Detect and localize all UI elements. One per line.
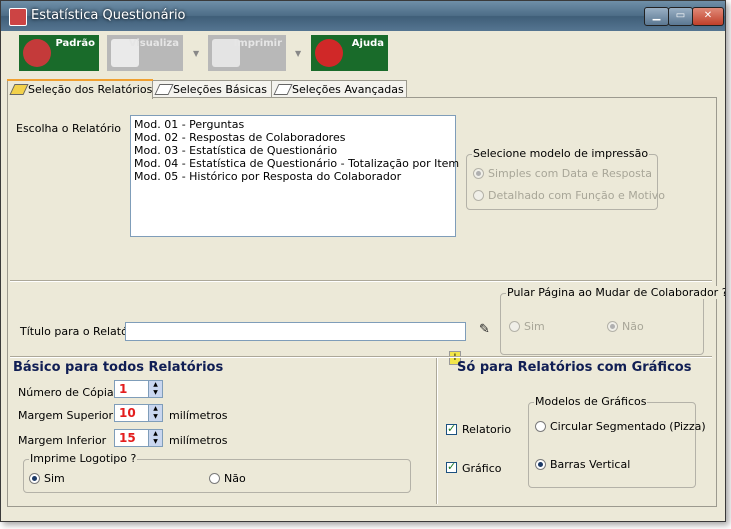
tab-selecoes-basicas[interactable]: Seleções Básicas — [152, 80, 272, 98]
copies-label: Número de Cópias — [18, 386, 120, 399]
list-item[interactable]: Mod. 03 - Estatística de Questionário — [134, 144, 337, 157]
logo-no-radio[interactable] — [209, 473, 220, 484]
page-break-yes-radio[interactable] — [509, 321, 520, 332]
logo-group: Imprime Logotipo ? Sim Não — [23, 452, 411, 493]
tab-label: Seleção dos Relatórios — [28, 83, 153, 96]
report-listbox[interactable]: Mod. 01 - Perguntas Mod. 02 - Respostas … — [130, 115, 459, 237]
top-margin-stepper[interactable]: 10 ▲ ▼ — [114, 404, 163, 422]
spin-arrows-icon[interactable]: ▲ ▼ — [148, 381, 162, 397]
chart-models-title: Modelos de Gráficos — [534, 395, 648, 408]
list-item[interactable]: Mod. 05 - Histórico por Resposta do Cola… — [134, 170, 401, 183]
print-model-detailed-label: Detalhado com Função e Motivo — [488, 189, 666, 202]
imprimir-button[interactable]: Imprimir — [208, 35, 286, 71]
eraser-icon[interactable]: ✎ — [479, 322, 495, 337]
logo-group-title: Imprime Logotipo ? — [29, 452, 138, 465]
tab-label: Seleções Avançadas — [292, 83, 404, 96]
tab-icon — [9, 84, 29, 95]
top-margin-value[interactable]: 10 — [119, 406, 136, 420]
logo-yes-radio[interactable] — [29, 473, 40, 484]
maximize-button[interactable]: ▭ — [668, 7, 693, 26]
page-break-no-radio[interactable] — [607, 321, 618, 332]
pie-chart-radio[interactable] — [535, 421, 546, 432]
title-field-label: Título para o Relatório — [20, 325, 143, 338]
print-model-group: Selecione modelo de impressão Simples co… — [466, 147, 665, 210]
page-break-yes-label: Sim — [524, 320, 545, 333]
copies-value[interactable]: 1 — [119, 382, 127, 396]
close-button[interactable]: ✕ — [692, 7, 724, 26]
tab-label: Seleções Básicas — [173, 83, 267, 96]
relatorio-label: Relatorio — [462, 423, 512, 436]
divider — [10, 280, 712, 282]
print-model-simple-label: Simples com Data e Resposta — [488, 167, 652, 180]
title-bar[interactable]: Estatística Questionário ▁ ▭ ✕ — [1, 1, 725, 31]
page-break-title: Pular Página ao Mudar de Colaborador ? — [506, 286, 725, 299]
toolbar: Padrão Visualiza ▼ Imprimir ▼ Ajuda — [5, 31, 719, 77]
basic-section-title: Básico para todos Relatórios — [13, 360, 224, 375]
relatorio-checkbox[interactable] — [446, 422, 457, 435]
visualiza-button[interactable]: Visualiza — [107, 35, 183, 71]
pie-chart-label: Circular Segmentado (Pizza) — [550, 420, 706, 433]
page-break-no-label: Não — [622, 320, 644, 333]
ajuda-button[interactable]: Ajuda — [311, 35, 388, 71]
spin-arrows-icon[interactable]: ▲ ▼ — [148, 405, 162, 421]
bar-chart-radio[interactable] — [535, 459, 546, 470]
padrao-button[interactable]: Padrão — [19, 35, 99, 71]
vertical-divider — [436, 358, 438, 504]
client-area: Padrão Visualiza ▼ Imprimir ▼ Ajuda Sele… — [5, 31, 725, 517]
bottom-margin-unit: milímetros — [169, 434, 228, 447]
logo-yes-label: Sim — [44, 472, 65, 485]
tab-icon — [273, 84, 293, 95]
minimize-button[interactable]: ▁ — [644, 7, 669, 26]
chart-models-group: Modelos de Gráficos Circular Segmentado … — [528, 395, 706, 488]
bottom-margin-value[interactable]: 15 — [119, 431, 136, 445]
list-item[interactable]: Mod. 02 - Respostas de Colaboradores — [134, 131, 345, 144]
print-model-simple-radio[interactable] — [473, 168, 484, 179]
grafico-label: Gráfico — [462, 462, 502, 475]
visualiza-label: Visualiza — [128, 38, 179, 49]
divider — [10, 356, 712, 358]
spin-arrows-icon[interactable]: ▲ ▼ — [148, 430, 162, 446]
report-label: Escolha o Relatório — [16, 122, 122, 135]
main-window: Estatística Questionário ▁ ▭ ✕ Padrão Vi… — [0, 0, 726, 522]
imprimir-dropdown-icon[interactable]: ▼ — [295, 49, 301, 58]
charts-section-title: Só para Relatórios com Gráficos — [457, 360, 692, 375]
list-item[interactable]: Mod. 04 - Estatística de Questionário - … — [134, 157, 459, 170]
print-model-title: Selecione modelo de impressão — [472, 147, 650, 160]
tab-panel: Escolha o Relatório Mod. 01 - Perguntas … — [7, 97, 725, 507]
tab-icon — [154, 84, 174, 95]
visualiza-dropdown-icon[interactable]: ▼ — [193, 49, 199, 58]
app-icon — [9, 8, 27, 26]
bottom-margin-label: Margem Inferior — [18, 434, 107, 447]
ajuda-label: Ajuda — [351, 38, 384, 49]
print-model-detailed-radio[interactable] — [473, 190, 484, 201]
logo-no-label: Não — [224, 472, 246, 485]
page-break-group: Pular Página ao Mudar de Colaborador ? S… — [500, 286, 725, 355]
grafico-checkbox[interactable] — [446, 460, 457, 473]
top-margin-label: Margem Superior — [18, 409, 114, 422]
imprimir-label: Imprimir — [233, 38, 282, 49]
copies-stepper[interactable]: 1 ▲ ▼ — [114, 380, 163, 398]
tab-selecao-relatorios[interactable]: Seleção dos Relatórios — [7, 79, 153, 99]
window-title: Estatística Questionário — [31, 8, 186, 23]
bottom-margin-stepper[interactable]: 15 ▲ ▼ — [114, 429, 163, 447]
list-item[interactable]: Mod. 01 - Perguntas — [134, 118, 244, 131]
tab-selecoes-avancadas[interactable]: Seleções Avançadas — [271, 80, 407, 98]
top-margin-unit: milímetros — [169, 409, 228, 422]
bar-chart-label: Barras Vertical — [550, 458, 631, 471]
padrao-label: Padrão — [55, 38, 95, 49]
report-title-input[interactable] — [125, 322, 466, 341]
